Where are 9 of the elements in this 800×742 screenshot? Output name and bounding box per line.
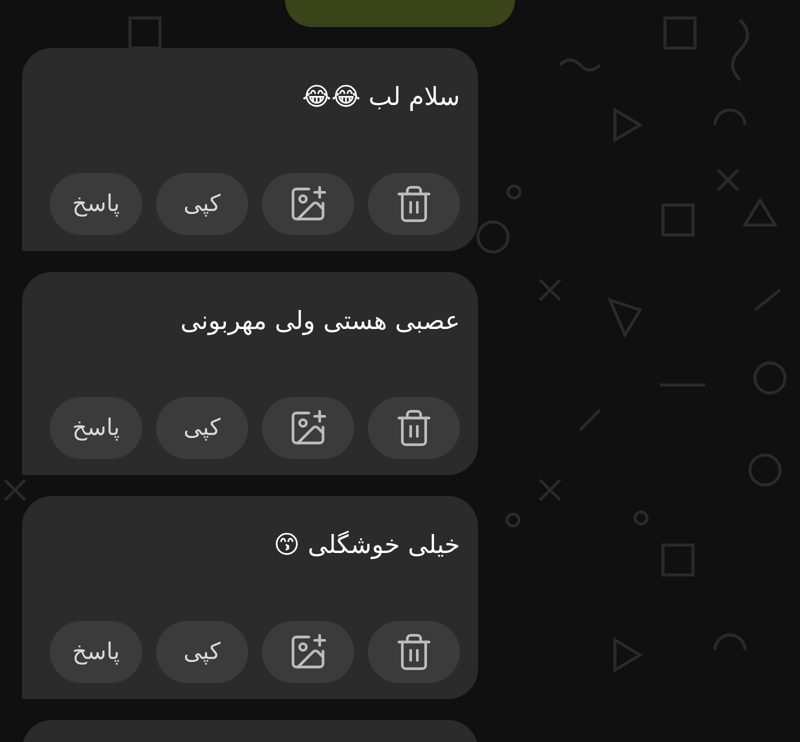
message-text: خیلی خوشگلی 😙 xyxy=(272,529,460,562)
reply-button[interactable]: پاسخ xyxy=(50,397,142,459)
copy-button[interactable]: کپی xyxy=(156,397,248,459)
message-text: عصبی هستی ولی مهربونی xyxy=(179,305,460,338)
reply-button[interactable]: پاسخ xyxy=(50,621,142,683)
copy-button[interactable]: کپی xyxy=(156,621,248,683)
copy-button[interactable]: کپی xyxy=(156,173,248,235)
message-text: سلام لب 😂😂 xyxy=(301,81,460,113)
reply-button[interactable]: پاسخ xyxy=(50,173,142,235)
